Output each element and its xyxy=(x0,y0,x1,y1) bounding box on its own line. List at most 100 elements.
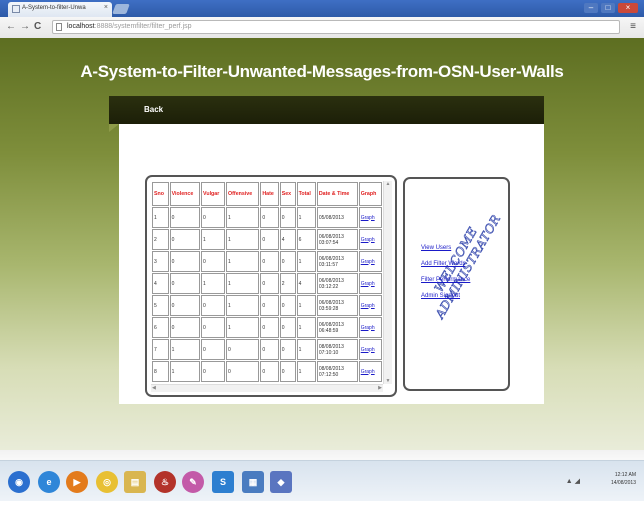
cell-date-time: 08/08/2013 07:10:10 xyxy=(316,339,358,360)
cell-graph: Graph xyxy=(358,361,382,382)
address-bar[interactable]: localhost:8888/systemfilter/filter_perf.… xyxy=(52,20,620,34)
system-clock[interactable]: 12:12 AM 14/08/2013 xyxy=(586,471,636,487)
paint-icon[interactable]: ✎ xyxy=(182,471,204,493)
cell-sno: 5 xyxy=(152,295,169,316)
cell-time: 03:12:22 xyxy=(318,283,339,290)
clock-date: 14/08/2013 xyxy=(610,480,636,486)
tray-icons[interactable]: ▲ ◢ xyxy=(566,477,580,485)
media-player-icon[interactable]: ▶ xyxy=(66,471,88,493)
horizontal-scrollbar[interactable]: ◀ ▶ xyxy=(151,384,383,392)
cell-sex: 2 xyxy=(279,273,296,294)
table-row: 3 0 0 1 0 0 1 06/08/2013 03:11:57 Graph xyxy=(152,251,382,272)
graph-link[interactable]: Graph xyxy=(361,259,375,265)
back-link[interactable]: Back xyxy=(144,105,163,114)
add-filter-words-link[interactable]: Add Filter Words xyxy=(421,261,470,267)
minimize-button[interactable]: – xyxy=(584,3,598,13)
table-body: 1 0 0 1 0 0 1 05/08/2013 Graph 2 0 1 1 0 4 6 06/08/2013 0… xyxy=(152,207,382,382)
menu-icon[interactable]: ≡ xyxy=(630,21,636,32)
graph-link[interactable]: Graph xyxy=(361,347,375,353)
cell-date: 05/08/2013 xyxy=(318,214,344,221)
graph-link[interactable]: Graph xyxy=(361,325,375,331)
notepad-icon[interactable]: ▦ xyxy=(242,471,264,493)
cell-offensive: 0 xyxy=(226,361,260,382)
scroll-right-arrow-icon[interactable]: ▶ xyxy=(378,385,382,391)
netbeans-icon[interactable]: ◆ xyxy=(270,471,292,493)
site-title: A-System-to-Filter-Unwanted-Messages-fro… xyxy=(80,62,564,81)
back-arrow-icon[interactable]: ← xyxy=(6,21,16,33)
header-date-time: Date & Time xyxy=(316,182,358,206)
cell-offensive: 1 xyxy=(226,251,260,272)
cell-violence: 0 xyxy=(169,229,201,250)
graph-link[interactable]: Graph xyxy=(361,237,375,243)
cell-violence: 0 xyxy=(169,251,201,272)
cell-sex: 4 xyxy=(279,229,296,250)
cell-offensive: 1 xyxy=(226,295,260,316)
cell-date-time: 06/08/2013 03:12:22 xyxy=(316,273,358,294)
filter-table-viewport[interactable]: Sno Violence Vulgar Offensive Hate Sex T… xyxy=(151,181,383,384)
browser-titlebar: A-System-to-filter-Unwa × – □ × xyxy=(0,0,644,17)
admin-menu-panel: WELCOME ADMINISTRATOR View Users Add Fil… xyxy=(403,177,510,391)
cell-time: 03:59:28 xyxy=(318,305,339,312)
cell-date-time: 06/08/2013 03:11:57 xyxy=(316,251,358,272)
cell-offensive: 1 xyxy=(226,317,260,338)
cell-vulgar: 0 xyxy=(201,295,226,316)
folder-icon[interactable]: ▤ xyxy=(124,471,146,493)
maximize-button[interactable]: □ xyxy=(601,3,615,13)
close-window-button[interactable]: × xyxy=(618,3,638,13)
start-button-icon[interactable]: ◉ xyxy=(8,471,30,493)
cell-vulgar: 1 xyxy=(201,273,226,294)
scroll-down-arrow-icon[interactable]: ▼ xyxy=(384,378,392,384)
cell-vulgar: 0 xyxy=(201,317,226,338)
cell-total: 1 xyxy=(296,207,316,228)
page-icon xyxy=(56,23,62,31)
cell-offensive: 0 xyxy=(226,339,260,360)
table-row: 1 0 0 1 0 0 1 05/08/2013 Graph xyxy=(152,207,382,228)
nav-bar: Back xyxy=(109,96,544,124)
cell-date-time: 06/08/2013 03:07:54 xyxy=(316,229,358,250)
vertical-scrollbar[interactable]: ▲ ▼ xyxy=(383,181,392,384)
filter-performance-link[interactable]: Filter Performance xyxy=(421,277,470,283)
new-tab-button[interactable] xyxy=(112,4,130,14)
cell-time: 06:48:59 xyxy=(318,327,339,334)
cell-graph: Graph xyxy=(358,229,382,250)
scroll-left-arrow-icon[interactable]: ◀ xyxy=(152,385,156,391)
admin-signout-link[interactable]: Admin Signout xyxy=(421,293,470,299)
browser-tab[interactable]: A-System-to-filter-Unwa × xyxy=(8,2,112,17)
tab-title: A-System-to-filter-Unwa xyxy=(22,5,86,11)
cell-offensive: 1 xyxy=(226,207,260,228)
cell-date-time: 05/08/2013 xyxy=(316,207,358,228)
reload-icon[interactable]: C xyxy=(34,21,41,33)
table-row: 2 0 1 1 0 4 6 06/08/2013 03:07:54 Graph xyxy=(152,229,382,250)
header-vulgar: Vulgar xyxy=(201,182,226,206)
cell-total: 4 xyxy=(296,273,316,294)
graph-link[interactable]: Graph xyxy=(361,369,375,375)
forward-arrow-icon[interactable]: → xyxy=(20,21,30,33)
cell-date-time: 06/08/2013 06:48:59 xyxy=(316,317,358,338)
skype-icon[interactable]: S xyxy=(212,471,234,493)
header-violence: Violence xyxy=(169,182,201,206)
cell-sno: 8 xyxy=(152,361,169,382)
filter-table-frame: Sno Violence Vulgar Offensive Hate Sex T… xyxy=(145,175,397,397)
cell-time: 07:10:10 xyxy=(318,349,339,356)
cell-violence: 1 xyxy=(169,339,201,360)
graph-link[interactable]: Graph xyxy=(361,303,375,309)
cell-sex: 0 xyxy=(279,317,296,338)
cell-vulgar: 1 xyxy=(201,229,226,250)
cell-time: 03:11:57 xyxy=(318,261,338,268)
admin-links: View Users Add Filter Words Filter Perfo… xyxy=(421,245,470,299)
cell-hate: 0 xyxy=(260,273,279,294)
graph-link[interactable]: Graph xyxy=(361,281,375,287)
java-icon[interactable]: ♨ xyxy=(154,471,176,493)
browser-toolbar: ← → C localhost:8888/systemfilter/filter… xyxy=(0,17,644,39)
scroll-up-arrow-icon[interactable]: ▲ xyxy=(384,181,392,187)
internet-explorer-icon[interactable]: e xyxy=(38,471,60,493)
cell-hate: 0 xyxy=(260,339,279,360)
table-row: 4 0 1 1 0 2 4 06/08/2013 03:12:22 Graph xyxy=(152,273,382,294)
view-users-link[interactable]: View Users xyxy=(421,245,470,251)
cell-total: 6 xyxy=(296,229,316,250)
cell-hate: 0 xyxy=(260,295,279,316)
tab-close-icon[interactable]: × xyxy=(104,4,108,11)
graph-link[interactable]: Graph xyxy=(361,215,375,221)
cell-hate: 0 xyxy=(260,317,279,338)
chrome-icon[interactable]: ◎ xyxy=(96,471,118,493)
